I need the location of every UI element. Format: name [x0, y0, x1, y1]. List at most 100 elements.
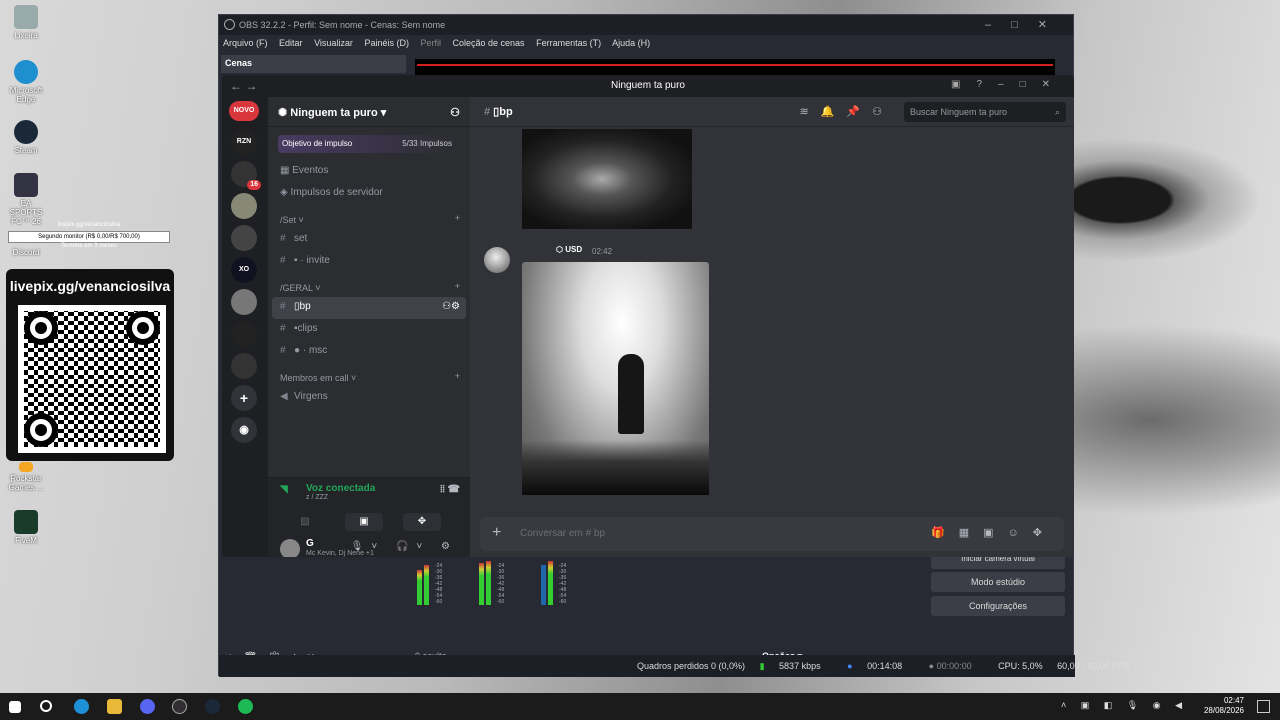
voice-channel-path: z / ZZZ: [306, 494, 329, 501]
server-boosts-item[interactable]: ◈ Impulsos de servidor: [268, 183, 470, 205]
invite-member-icon[interactable]: ⚇: [450, 106, 460, 119]
clock[interactable]: 02:47 28/08/2026: [1204, 696, 1244, 716]
explore-icon[interactable]: ◉: [231, 417, 257, 443]
fps: 60,00 / 60,00 FPS: [1057, 661, 1130, 671]
menu-editar[interactable]: Editar: [279, 38, 303, 48]
server-icon[interactable]: RZN: [231, 129, 257, 155]
events-label: Eventos: [292, 165, 329, 176]
studio-mode-button[interactable]: Modo estúdio: [931, 572, 1065, 592]
server-icon[interactable]: [231, 193, 257, 219]
add-attachment-icon[interactable]: +: [492, 524, 501, 542]
notifications-icon[interactable]: [1257, 700, 1270, 713]
settings-button[interactable]: Configurações: [931, 596, 1065, 616]
qr-finder: [24, 413, 58, 447]
avatar[interactable]: [280, 539, 300, 557]
obs-logo-icon: [224, 19, 235, 30]
system-tray[interactable]: ˄ ▣ ◧ 🎙 ◉ ◀: [1061, 700, 1188, 711]
discord-window-controls[interactable]: ▣?–□✕: [951, 79, 1066, 90]
activities-button[interactable]: ✥: [403, 513, 441, 531]
channel-msc[interactable]: # ● · msc: [268, 341, 470, 363]
add-server-icon[interactable]: +: [231, 385, 257, 411]
desktop-icon-fivem[interactable]: FiveM: [6, 510, 46, 545]
menu-paineis[interactable]: Painéis (D): [364, 38, 409, 48]
server-icon[interactable]: 16: [231, 161, 261, 190]
add-channel-icon[interactable]: +: [455, 213, 460, 223]
header-icons[interactable]: ≋🔔📌⚇: [800, 105, 894, 118]
mention-badge: 16: [247, 180, 261, 190]
category-geral[interactable]: /GERAL ˅ +: [268, 279, 470, 297]
meter-bar: [548, 561, 553, 605]
audio-meter: -24 -30 -36 -42 -48 -54 -60: [539, 561, 579, 615]
server-icon[interactable]: [231, 353, 257, 379]
search-icon[interactable]: [40, 700, 52, 712]
search-input[interactable]: Buscar Ninguem ta puro ⌕: [904, 102, 1066, 122]
category-members[interactable]: Membros em call ˅ +: [268, 369, 470, 387]
menu-ferramentas[interactable]: Ferramentas (T): [536, 38, 601, 48]
discord-icon[interactable]: [140, 699, 155, 714]
rec-time: ● 00:00:00: [928, 661, 972, 671]
desktop-icon-rockstar[interactable]: Rockstar Games ...: [6, 462, 46, 492]
virtual-camera-button[interactable]: Iniciar câmera virtual: [931, 555, 1065, 569]
novo-badge[interactable]: NOVO: [229, 101, 259, 121]
server-icon[interactable]: [231, 225, 257, 251]
meter-bar: [486, 561, 491, 605]
menu-colecao-cenas[interactable]: Coleção de cenas: [453, 38, 525, 48]
voice-controls[interactable]: ⦙⦙ ☎: [440, 484, 460, 495]
obs-title: OBS 32.2.2 - Perfil: Sem nome - Cenas: S…: [239, 20, 446, 30]
add-channel-icon[interactable]: +: [455, 371, 460, 381]
desktop-icon-discord[interactable]: Discord: [6, 248, 46, 257]
events-item[interactable]: ▦ Eventos: [268, 161, 470, 183]
desktop-icon-recycle-bin[interactable]: Lixeira: [6, 5, 46, 40]
steam-icon[interactable]: [205, 699, 220, 714]
desktop-icon-steam[interactable]: Steam: [6, 120, 46, 155]
add-channel-icon[interactable]: +: [455, 281, 460, 291]
qr-finder: [24, 311, 58, 345]
spotify-icon[interactable]: [238, 699, 253, 714]
channel-clips[interactable]: # ▪clips: [268, 319, 470, 341]
channel-label: bp: [299, 301, 311, 312]
server-icon[interactable]: [231, 321, 257, 347]
channel-bp[interactable]: # ▯bp ⚇⚙: [272, 297, 466, 319]
live-time-value: 00:14:08: [867, 661, 903, 671]
user-controls[interactable]: 🎙˅ 🎧˅ ⚙: [351, 541, 458, 552]
desktop-icon-edge[interactable]: Microsoft Edge: [6, 60, 46, 104]
livepix-ends-text: Termina em 3 meses: [61, 243, 117, 249]
category-set[interactable]: /Set ˅ +: [268, 211, 470, 229]
desktop-icon-eafc[interactable]: EA SPORTS FC™ 26: [6, 173, 46, 226]
menu-ajuda[interactable]: Ajuda (H): [612, 38, 650, 48]
message-image[interactable]: [522, 129, 692, 229]
scenes-dock-header: Cenas: [221, 55, 406, 73]
discord-window: ← → Ninguem ta puro ▣?–□✕ NOVO RZN 16 XO +…: [222, 75, 1074, 557]
camera-off-button[interactable]: ▨: [286, 513, 324, 531]
voice-channel-virgens[interactable]: ◀ Virgens: [268, 387, 470, 409]
server-icon[interactable]: XO: [231, 257, 257, 283]
channel-set[interactable]: # set: [268, 229, 470, 251]
screen-share-button[interactable]: ▣: [345, 513, 383, 531]
edge-icon[interactable]: [74, 699, 89, 714]
avatar[interactable]: [484, 247, 510, 273]
boost-goal[interactable]: Objetivo de impulso 5/33 Impulsos: [278, 135, 460, 153]
menu-arquivo[interactable]: Arquivo (F): [223, 38, 268, 48]
obs-window-controls[interactable]: –□✕: [985, 18, 1067, 31]
obs-icon[interactable]: [172, 699, 187, 714]
live-icon: ●: [847, 661, 853, 671]
composer-icons[interactable]: 🎁▦▣☺✥: [931, 526, 1056, 539]
server-header[interactable]: ✺ Ninguem ta puro ▾ ⚇: [268, 97, 470, 127]
preview-bounding-line: [417, 64, 1053, 66]
channel-invite[interactable]: # ▪ · invite: [268, 251, 470, 273]
meter-bar: [541, 565, 546, 605]
menu-perfil[interactable]: Perfil: [420, 38, 441, 48]
obs-preview[interactable]: [415, 59, 1055, 75]
start-icon[interactable]: [9, 701, 21, 713]
category-label: /GERAL: [280, 283, 313, 293]
channel-settings-icon[interactable]: ⚇⚙: [442, 301, 460, 312]
back-forward-icon[interactable]: ← →: [230, 79, 257, 93]
user-name: G: [306, 538, 314, 549]
file-explorer-icon[interactable]: [107, 699, 122, 714]
message-composer[interactable]: + Conversar em # bp 🎁▦▣☺✥: [480, 517, 1064, 551]
discord-title: Ninguem ta puro: [611, 80, 685, 91]
menu-visualizar[interactable]: Visualizar: [314, 38, 353, 48]
server-icon[interactable]: [231, 289, 257, 315]
message-image[interactable]: [522, 262, 709, 495]
channel-label: msc: [308, 345, 328, 356]
